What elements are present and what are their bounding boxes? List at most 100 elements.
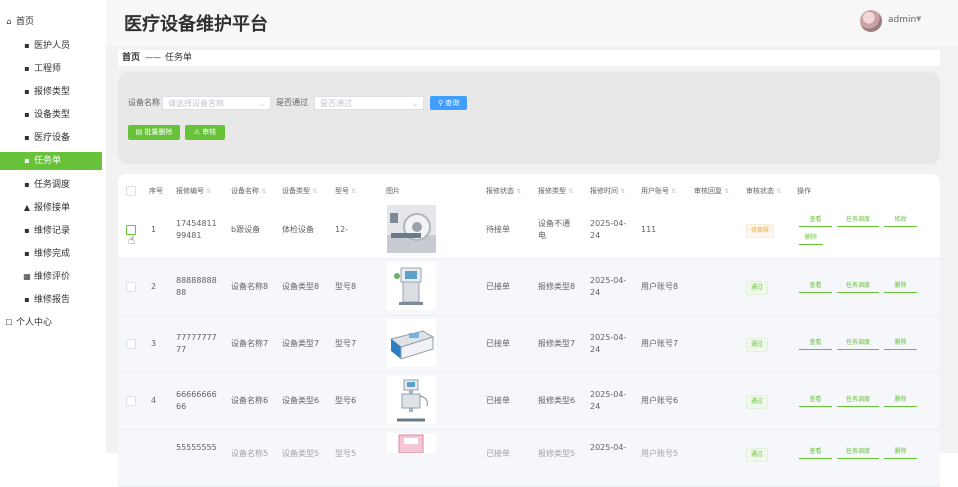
sidebar-item-repair-done[interactable]: ▪ 维修完成 — [0, 245, 102, 263]
delete-button[interactable]: 删除 — [799, 232, 823, 245]
device-image-anesthesia[interactable] — [387, 262, 436, 310]
view-button[interactable]: 查看 — [799, 394, 832, 407]
row-status: 已接单 — [486, 449, 510, 458]
col-header-type[interactable]: 设备类型 ⇅ — [282, 186, 317, 196]
view-button[interactable]: 查看 — [799, 280, 832, 293]
delete-button[interactable]: 删除 — [884, 280, 917, 293]
col-header-time[interactable]: 报修时间 ⇅ — [590, 186, 625, 196]
user-name[interactable]: admin — [888, 15, 916, 25]
row-account: 用户账号7 — [641, 339, 679, 348]
row-device: b跟设备 — [231, 225, 261, 234]
sidebar-item-label: 任务调度 — [34, 180, 71, 190]
col-header-device[interactable]: 设备名称 ⇅ — [231, 186, 266, 196]
grid-icon: ▪ — [24, 156, 30, 165]
device-name-label: 设备名称 — [128, 98, 160, 107]
sidebar-item-device-type[interactable]: ▪ 设备类型 — [0, 106, 102, 124]
row-time: 2025-04- 24 — [590, 276, 627, 297]
row-device: 设备名称8 — [231, 282, 269, 291]
sidebar-item-report[interactable]: ▪ 维修报告 — [0, 291, 102, 309]
audit-button[interactable]: ⚠ 审核 — [185, 125, 225, 140]
sidebar-item-dispatch[interactable]: ▪ 任务调度 — [0, 176, 102, 194]
status-badge: 通过 — [746, 395, 769, 409]
row-time: 2025-04- 24 — [590, 219, 627, 240]
avatar[interactable] — [860, 10, 882, 32]
dispatch-button[interactable]: 任务调度 — [837, 394, 879, 407]
monitor-icon: ▪ — [24, 226, 30, 235]
status-badge: 通过 — [746, 281, 769, 295]
row-device: 设备名称7 — [231, 339, 269, 348]
sidebar-item-label: 维修评价 — [34, 272, 71, 282]
col-header-repair-type[interactable]: 报修类型 ⇅ — [538, 186, 573, 196]
device-image-ventilator[interactable] — [387, 376, 436, 424]
delete-button[interactable]: 删除 — [884, 394, 917, 407]
sidebar-item-medical-staff[interactable]: ▪ 医护人员 — [0, 37, 102, 55]
person-icon: ☐ — [5, 318, 13, 327]
top-bar: 医疗设备维护平台 admin ▼ — [106, 0, 958, 46]
view-button[interactable]: 查看 — [799, 214, 832, 227]
grid-icon: ▪ — [24, 41, 30, 50]
sidebar-item-task-order[interactable]: ▪ 任务单 — [0, 152, 102, 170]
row-checkbox[interactable] — [126, 339, 136, 349]
device-name-placeholder: 请选择设备名称 — [168, 99, 224, 108]
col-header-audit-reply[interactable]: 审核回复 ⇅ — [694, 186, 729, 196]
row-device: 设备名称5 — [231, 449, 269, 458]
row-index: 4 — [151, 396, 157, 405]
user-icon: ▲ — [23, 203, 31, 212]
sidebar-item-engineer[interactable]: ▪ 工程师 — [0, 60, 102, 78]
sidebar-item-label: 个人中心 — [16, 318, 53, 328]
sidebar-item-profile[interactable]: ☐ 个人中心 — [0, 314, 102, 332]
grid-icon: ▪ — [24, 295, 30, 304]
col-header-code[interactable]: 报修编号 ⇅ — [176, 186, 211, 196]
row-checkbox[interactable] — [126, 282, 136, 292]
table-row: 2 88888888 88 设备名称8 设备类型8 型号8 已接单 报修类型8 2… — [118, 259, 940, 316]
status-badge: 待审核 — [746, 224, 775, 238]
sidebar-item-label: 工程师 — [34, 64, 62, 74]
sidebar-item-label: 维修报告 — [34, 295, 71, 305]
col-header-account[interactable]: 用户账号 ⇅ — [641, 186, 676, 196]
dispatch-button[interactable]: 任务调度 — [837, 337, 879, 350]
row-index: 3 — [151, 339, 157, 348]
pass-select[interactable]: 是否通过 ⌄ — [314, 96, 424, 110]
sidebar-item-label: 首页 — [16, 17, 35, 27]
sidebar-item-label: 医疗设备 — [34, 133, 71, 143]
device-name-select[interactable]: 请选择设备名称 ⌄ — [162, 96, 271, 110]
hand-cursor-icon: ☝ — [128, 233, 136, 247]
device-image-pink[interactable] — [387, 433, 436, 453]
row-time: 2025-04- 24 — [590, 333, 627, 354]
batch-delete-button[interactable]: ▤ 批量删除 — [128, 125, 180, 140]
breadcrumb-home[interactable]: 首页 — [122, 50, 140, 66]
row-repair-type: 报修类型8 — [538, 282, 576, 291]
col-header-status[interactable]: 报修状态 ⇅ — [486, 186, 521, 196]
sidebar-item-repair-record[interactable]: ▪ 维修记录 — [0, 222, 102, 240]
search-button[interactable]: ⚲ 查询 — [430, 96, 467, 110]
edit-button[interactable]: 修改 — [884, 214, 917, 227]
col-header-audit-status[interactable]: 审核状态 ⇅ — [746, 186, 781, 196]
chevron-down-icon[interactable]: ▼ — [916, 15, 921, 23]
device-image-analyzer[interactable] — [387, 319, 436, 367]
grid-icon: ▪ — [24, 87, 30, 96]
row-model: 型号6 — [335, 396, 357, 405]
select-all-checkbox[interactable] — [126, 186, 136, 196]
sidebar-item-evaluation[interactable]: ▦ 维修评价 — [0, 268, 102, 286]
row-account: 111 — [641, 225, 657, 234]
main-area: 医疗设备维护平台 admin ▼ 首页 —— 任务单 设备名称 请选择设备名称 ⌄… — [106, 0, 958, 487]
sidebar-item-medical-device[interactable]: ▪ 医疗设备 — [0, 129, 102, 147]
sidebar-item-accept[interactable]: ▲ 报修接单 — [0, 199, 102, 217]
dispatch-button[interactable]: 任务调度 — [837, 214, 879, 227]
col-header-model[interactable]: 型号 ⇅ — [335, 186, 356, 196]
sidebar-item-repair-type[interactable]: ▪ 报修类型 — [0, 83, 102, 101]
row-code: 55555555 — [176, 443, 217, 452]
dispatch-button[interactable]: 任务调度 — [837, 280, 879, 293]
thumb-icon: ▪ — [24, 249, 30, 258]
row-code: 77777777 77 — [176, 333, 217, 354]
breadcrumb-current: 任务单 — [165, 53, 193, 63]
sidebar-item-label: 任务单 — [34, 156, 62, 166]
delete-button[interactable]: 删除 — [884, 337, 917, 350]
view-button[interactable]: 查看 — [799, 337, 832, 350]
row-checkbox[interactable] — [126, 396, 136, 406]
sidebar-item-home[interactable]: ⌂ 首页 — [0, 13, 102, 31]
sidebar-item-label: 报修接单 — [34, 203, 71, 213]
doc-icon: ▪ — [24, 110, 30, 119]
row-type: 设备类型5 — [282, 449, 320, 458]
device-image-ct[interactable] — [387, 205, 436, 253]
